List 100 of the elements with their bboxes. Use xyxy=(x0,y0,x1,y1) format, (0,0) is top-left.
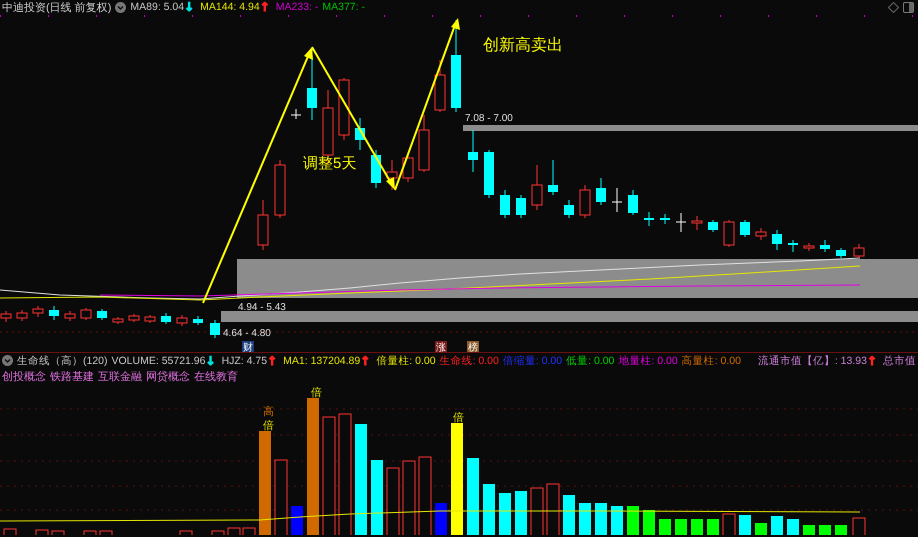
candlestick xyxy=(16,310,28,322)
candlestick xyxy=(692,216,702,230)
indicator-value: MA377: - xyxy=(322,1,365,13)
bar-label: 倍 xyxy=(453,412,464,424)
candlestick xyxy=(80,308,92,320)
candlestick xyxy=(258,200,268,250)
chevron-circle-icon[interactable] xyxy=(115,2,126,12)
volume-bar xyxy=(515,491,527,535)
event-marker[interactable]: 榜 xyxy=(467,341,479,352)
volume-bar xyxy=(675,519,687,535)
indicator-value: 高量柱: 0.00 xyxy=(682,354,741,368)
trend-arrow: ↑ xyxy=(260,1,270,13)
event-marker[interactable]: 财 xyxy=(242,341,254,352)
volume-bar xyxy=(627,506,639,535)
volume-bar xyxy=(819,525,831,535)
volume-bar xyxy=(739,515,751,535)
indicator-value: 地量柱: 0.00 xyxy=(618,354,678,368)
indicator-value: VOLUME: 55721.96 xyxy=(112,354,206,366)
concept-tag[interactable]: 互联金融 xyxy=(98,369,142,384)
candlestick xyxy=(580,184,590,218)
candlestick xyxy=(193,316,203,326)
volume-bar xyxy=(787,519,799,535)
candlestick xyxy=(612,188,622,212)
candlestick xyxy=(836,248,846,258)
candlestick xyxy=(740,220,750,238)
volume-bar xyxy=(835,525,847,535)
candlestick xyxy=(128,314,140,322)
candlestick xyxy=(772,230,782,250)
trend-arrow: ↓ xyxy=(184,1,194,13)
chevron-circle-icon[interactable] xyxy=(2,355,13,366)
candlestick xyxy=(210,320,220,338)
indicator-value: MA1: 137204.89 xyxy=(283,354,360,366)
candlestick xyxy=(371,150,381,188)
candlestick xyxy=(434,60,446,112)
volume-bar xyxy=(691,519,703,535)
indicator-value: 生命线: 0.00 xyxy=(440,354,499,368)
volume-bar xyxy=(291,506,303,535)
candlestick xyxy=(144,314,156,324)
candlestick xyxy=(500,190,510,218)
candlestick xyxy=(418,114,430,172)
volume-bar xyxy=(659,519,671,535)
candlestick xyxy=(788,240,798,252)
indicator-value: MA89: 5.04 xyxy=(130,1,184,13)
candlestick xyxy=(596,178,606,206)
market-value: 总市值 xyxy=(883,354,916,368)
volume-bar xyxy=(435,503,447,535)
volume-bar xyxy=(595,503,607,535)
trend-arrow: ↑ xyxy=(360,354,370,366)
volume-bar xyxy=(483,484,495,535)
indicator-value: 倍量柱: 0.00 xyxy=(376,354,436,368)
stock-title: 中迪投资(日线 前复权) xyxy=(2,0,112,14)
candlestick xyxy=(97,308,107,320)
candlestick xyxy=(532,164,542,210)
indicator-value: MA144: 4.94 xyxy=(200,1,260,13)
trend-arrow: ↑ xyxy=(866,354,877,366)
chart-annotation: 创新高卖出 xyxy=(483,37,563,54)
candlestick xyxy=(516,194,526,218)
volume-bar xyxy=(707,519,719,535)
candlestick xyxy=(660,214,670,224)
price-range-label: 4.94 - 5.43 xyxy=(238,302,286,313)
candlestick xyxy=(355,118,365,150)
bar-label: 倍 xyxy=(263,420,274,432)
volume-bar xyxy=(499,493,511,535)
candlestick xyxy=(161,312,171,324)
bar-label: 高 xyxy=(263,406,274,418)
price-range-label: 4.64 - 4.80 xyxy=(223,328,271,339)
candlestick xyxy=(274,160,286,218)
chart-annotation: 调整5天 xyxy=(303,155,356,172)
concept-tag[interactable]: 铁路基建 xyxy=(50,369,94,384)
candlestick xyxy=(32,306,44,318)
event-marker[interactable]: 涨 xyxy=(435,341,447,352)
candlestick xyxy=(112,316,124,324)
indicator-value: 倍缩量: 0.00 xyxy=(502,354,562,368)
candlestick xyxy=(176,314,188,326)
diamond-icon[interactable] xyxy=(888,2,899,12)
indicator-value: 低量: 0.00 xyxy=(566,354,614,368)
price-range-label: 7.08 - 7.00 xyxy=(465,113,513,124)
volume-bar xyxy=(803,525,815,535)
trend-arrow: ↑ xyxy=(267,354,278,366)
concept-tag[interactable]: 网贷概念 xyxy=(146,369,190,384)
concept-tag[interactable]: 在线教育 xyxy=(194,369,238,384)
candlestick xyxy=(484,150,494,198)
candlestick xyxy=(628,190,638,216)
candlestick xyxy=(386,160,398,190)
candlestick xyxy=(338,78,350,140)
candlestick xyxy=(724,220,734,248)
volume-bar xyxy=(771,516,783,535)
candlestick xyxy=(468,130,478,172)
candlestick xyxy=(644,212,654,226)
window-icon[interactable] xyxy=(903,2,914,12)
bar-label: 倍 xyxy=(311,387,322,399)
volume-bar xyxy=(563,495,575,535)
concept-tag[interactable]: 创投概念 xyxy=(2,369,46,384)
candlestick xyxy=(676,212,686,232)
candlestick xyxy=(49,306,59,320)
candlestick xyxy=(564,200,574,218)
candlestick xyxy=(290,108,302,120)
volume-bar xyxy=(579,503,591,535)
candlestick xyxy=(820,240,830,252)
panel-title: 生命线（高）(120) xyxy=(17,354,108,368)
